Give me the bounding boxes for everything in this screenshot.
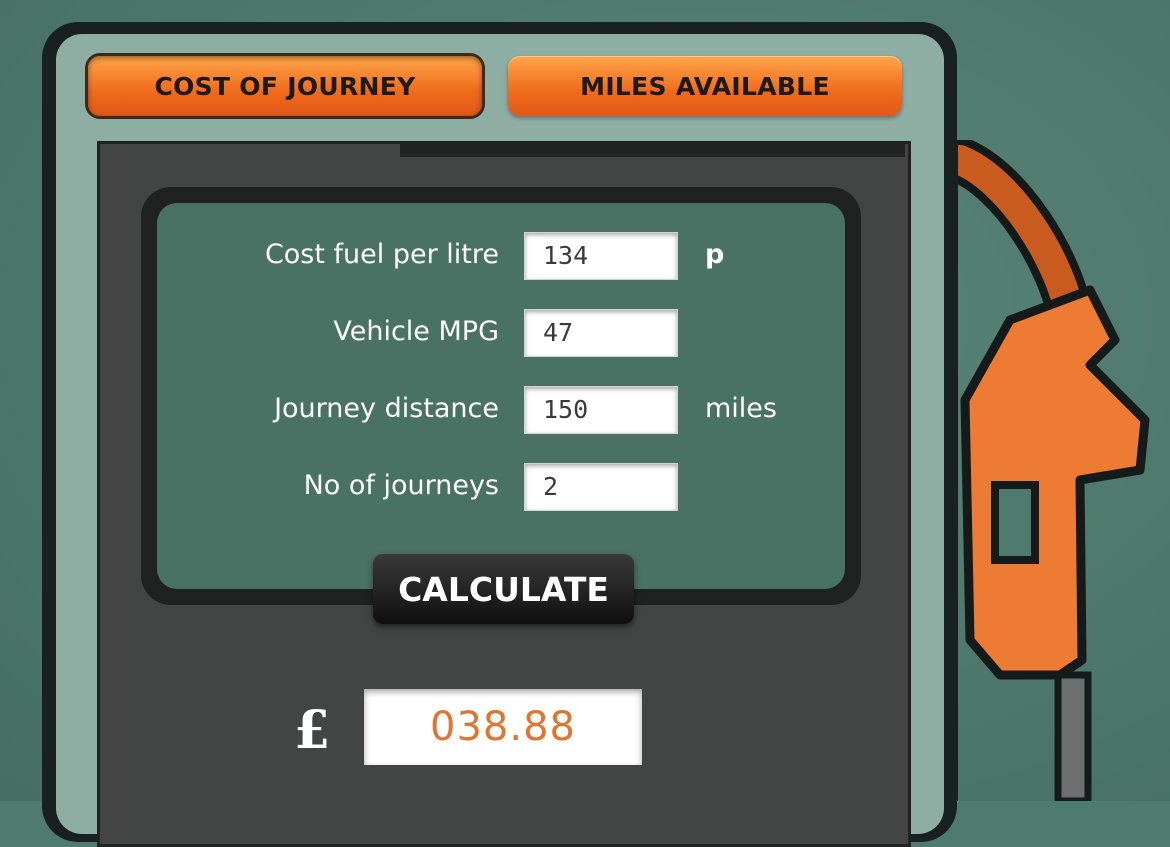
form-row-distance: Journey distance 150 miles [157,386,845,438]
fuel-nozzle-icon [940,140,1150,801]
display-bezel [400,141,905,157]
tab-miles-available[interactable]: MILES AVAILABLE [508,56,902,116]
fuel-cost-input[interactable]: 134 [524,232,678,280]
journeys-label: No of journeys [303,470,499,501]
mpg-input[interactable]: 47 [524,309,678,357]
tab-cost-of-journey[interactable]: COST OF JOURNEY [88,56,482,116]
fuel-cost-label: Cost fuel per litre [264,239,499,270]
journeys-input[interactable]: 2 [524,463,678,511]
miles-unit-label: miles [705,393,777,424]
distance-input[interactable]: 150 [524,386,678,434]
pence-unit-label: p [705,239,725,270]
distance-label: Journey distance [274,393,499,424]
pound-currency-icon: £ [294,700,331,761]
form-row-journeys: No of journeys 2 [157,463,845,515]
form-row-mpg: Vehicle MPG 47 [157,309,845,361]
mpg-label: Vehicle MPG [333,316,499,347]
result-display: 038.88 [364,689,642,765]
calculate-button[interactable]: CALCULATE [373,554,634,624]
form-row-fuel-cost: Cost fuel per litre 134 p [157,232,845,284]
